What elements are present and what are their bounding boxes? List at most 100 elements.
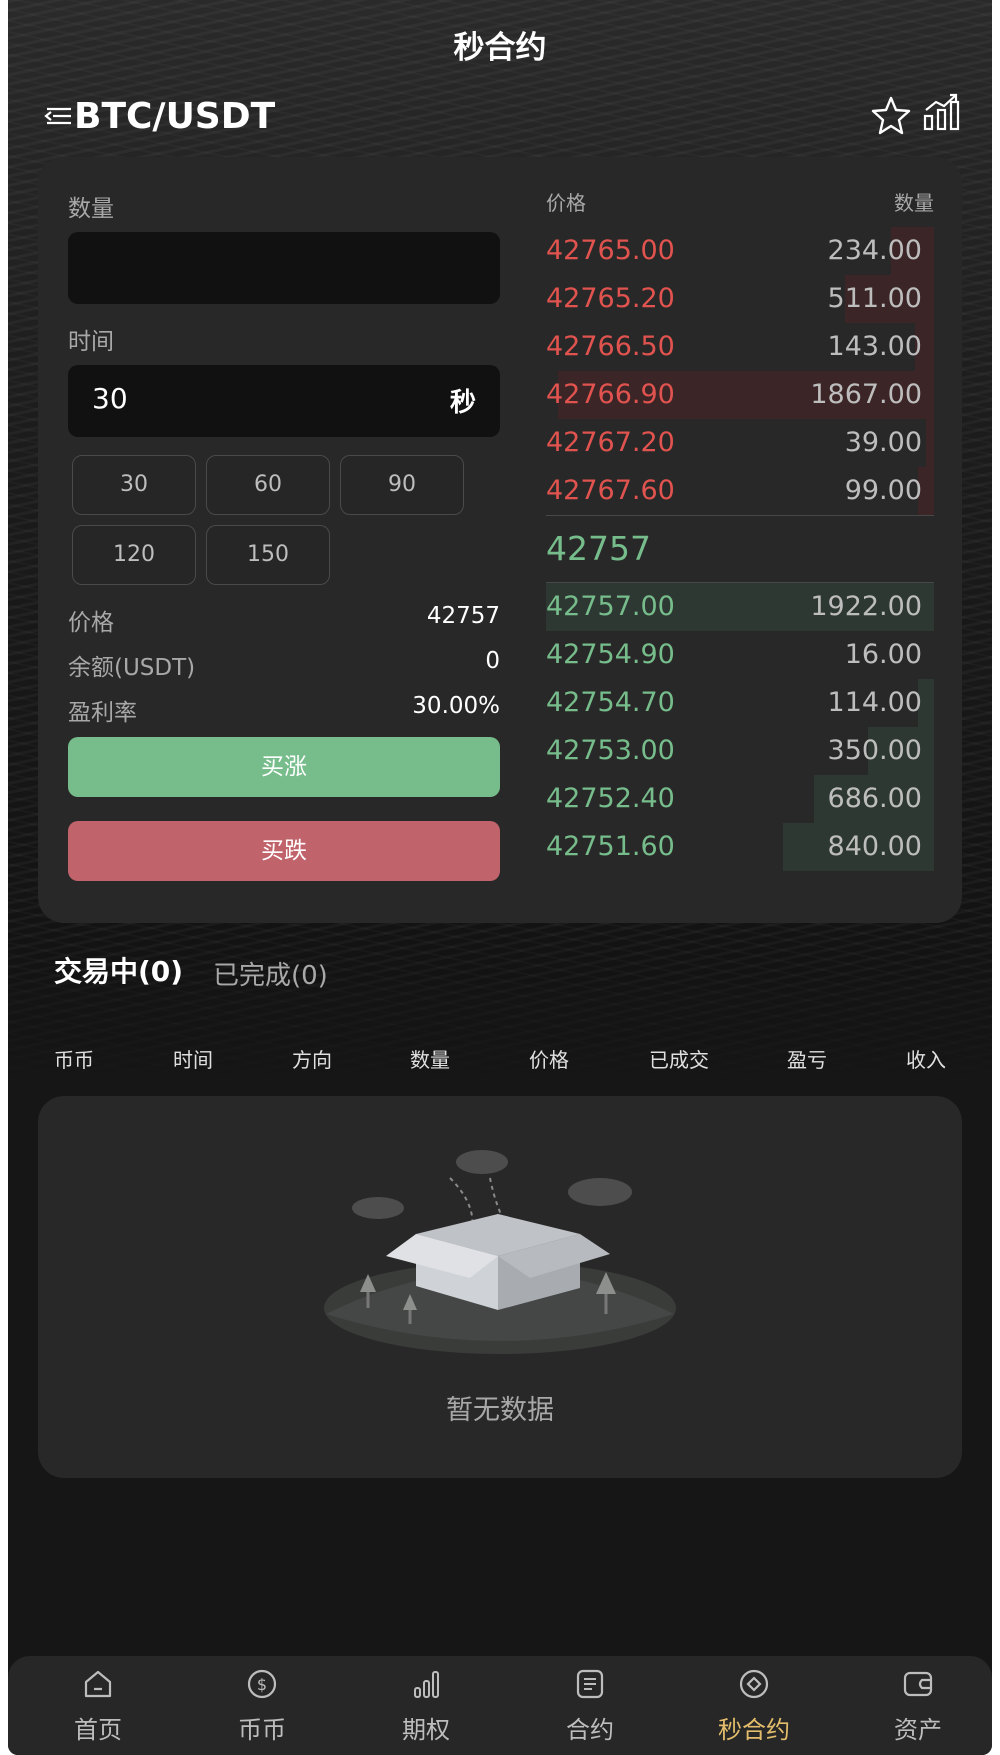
bid-price: 42754.90 bbox=[546, 639, 675, 670]
buy-down-button[interactable]: 买跌 bbox=[68, 821, 500, 881]
bottom-nav: 首页 $ 币币 期权 合约 秒合约 资产 bbox=[8, 1656, 992, 1755]
quantity-input[interactable] bbox=[68, 232, 500, 304]
pair-header: BTC/USDT bbox=[8, 92, 992, 142]
price-label: 价格 bbox=[68, 610, 114, 636]
time-value: 30 bbox=[92, 382, 128, 415]
buy-up-button[interactable]: 买涨 bbox=[68, 737, 500, 797]
ask-depth-bar bbox=[926, 419, 934, 467]
nav-home-label: 首页 bbox=[74, 1716, 122, 1744]
ask-row[interactable]: 42765.00 234.00 bbox=[546, 227, 934, 275]
col-time: 时间 bbox=[173, 1048, 213, 1072]
bid-quantity: 114.00 bbox=[827, 687, 922, 718]
ask-price: 42767.20 bbox=[546, 427, 675, 458]
bid-quantity: 686.00 bbox=[827, 783, 922, 814]
bid-price: 42753.00 bbox=[546, 735, 675, 766]
bid-row[interactable]: 42751.60 840.00 bbox=[546, 823, 934, 871]
pair-name[interactable]: BTC/USDT bbox=[74, 92, 275, 142]
ask-row[interactable]: 42767.60 99.00 bbox=[546, 467, 934, 515]
back-menu-icon[interactable] bbox=[41, 100, 73, 132]
nav-second-contract[interactable]: 秒合约 bbox=[694, 1656, 814, 1755]
profit-rate-label: 盈利率 bbox=[68, 700, 137, 726]
app-screen: 秒合约 BTC/USDT 数量 时间 30 秒 30 60 90 120 150… bbox=[8, 0, 992, 1755]
chart-icon[interactable] bbox=[922, 92, 962, 132]
last-price: 42757 bbox=[546, 529, 651, 568]
preset-120-button[interactable]: 120 bbox=[72, 525, 196, 585]
preset-150-button[interactable]: 150 bbox=[206, 525, 330, 585]
order-column-headers: 币币 时间 方向 数量 价格 已成交 盈亏 收入 bbox=[8, 1044, 992, 1072]
col-price: 价格 bbox=[529, 1048, 569, 1072]
bid-row[interactable]: 42754.70 114.00 bbox=[546, 679, 934, 727]
ask-quantity: 99.00 bbox=[844, 475, 922, 506]
ask-price: 42766.90 bbox=[546, 379, 675, 410]
bid-row[interactable]: 42753.00 350.00 bbox=[546, 727, 934, 775]
nav-second-contract-label: 秒合约 bbox=[718, 1716, 790, 1744]
bid-price: 42757.00 bbox=[546, 591, 675, 622]
bid-price: 42754.70 bbox=[546, 687, 675, 718]
ask-quantity: 143.00 bbox=[827, 331, 922, 362]
nav-futures[interactable]: 合约 bbox=[530, 1656, 650, 1755]
bid-price: 42751.60 bbox=[546, 831, 675, 862]
nav-spot-label: 币币 bbox=[238, 1716, 286, 1744]
ask-divider bbox=[546, 515, 934, 516]
star-icon[interactable] bbox=[870, 94, 912, 136]
order-book-header: 价格 数量 bbox=[546, 187, 934, 215]
diamond-icon bbox=[739, 1669, 769, 1699]
document-icon bbox=[576, 1669, 604, 1699]
profit-rate-row: 盈利率 30.00% bbox=[68, 693, 500, 727]
col-filled: 已成交 bbox=[649, 1048, 709, 1072]
nav-home[interactable]: 首页 bbox=[38, 1656, 158, 1755]
balance-value: 0 bbox=[485, 648, 500, 674]
order-tabs: 交易中(0) 已完成(0) bbox=[8, 950, 992, 1000]
tab-trading[interactable]: 交易中(0) bbox=[54, 950, 183, 990]
price-value: 42757 bbox=[426, 603, 500, 629]
bid-row[interactable]: 42754.90 16.00 bbox=[546, 631, 934, 679]
bid-quantity: 16.00 bbox=[844, 639, 922, 670]
nav-spot[interactable]: $ 币币 bbox=[202, 1656, 322, 1755]
ask-quantity: 1867.00 bbox=[810, 379, 922, 410]
col-quantity: 数量 bbox=[410, 1048, 450, 1072]
balance-label: 余额(USDT) bbox=[68, 655, 196, 681]
bid-quantity: 350.00 bbox=[827, 735, 922, 766]
ask-row[interactable]: 42766.50 143.00 bbox=[546, 323, 934, 371]
profit-rate-value: 30.00% bbox=[412, 693, 500, 719]
col-pnl: 盈亏 bbox=[787, 1048, 827, 1072]
col-direction: 方向 bbox=[292, 1048, 332, 1072]
nav-assets-label: 资产 bbox=[894, 1716, 942, 1744]
price-row: 价格 42757 bbox=[68, 603, 500, 637]
ask-row[interactable]: 42766.90 1867.00 bbox=[546, 371, 934, 419]
empty-text: 暂无数据 bbox=[446, 1395, 554, 1426]
col-coin: 币币 bbox=[54, 1048, 94, 1072]
bid-row[interactable]: 42757.00 1922.00 bbox=[546, 583, 934, 631]
balance-row: 余额(USDT) 0 bbox=[68, 648, 500, 682]
coin-icon: $ bbox=[247, 1669, 277, 1699]
time-input[interactable]: 30 秒 bbox=[68, 365, 500, 437]
nav-assets[interactable]: 资产 bbox=[858, 1656, 978, 1755]
ask-row[interactable]: 42765.20 511.00 bbox=[546, 275, 934, 323]
bid-price: 42752.40 bbox=[546, 783, 675, 814]
ask-price: 42766.50 bbox=[546, 331, 675, 362]
tab-completed[interactable]: 已完成(0) bbox=[213, 955, 328, 992]
empty-orders-card: 暂无数据 bbox=[38, 1096, 962, 1478]
preset-60-button[interactable]: 60 bbox=[206, 455, 330, 515]
ask-quantity: 511.00 bbox=[827, 283, 922, 314]
ask-price: 42767.60 bbox=[546, 475, 675, 506]
nav-options[interactable]: 期权 bbox=[366, 1656, 486, 1755]
svg-text:$: $ bbox=[257, 1675, 267, 1694]
bid-row[interactable]: 42752.40 686.00 bbox=[546, 775, 934, 823]
empty-box-illustration bbox=[324, 1150, 676, 1354]
book-price-header: 价格 bbox=[546, 191, 586, 215]
book-qty-header: 数量 bbox=[894, 191, 934, 215]
wallet-icon bbox=[903, 1671, 933, 1697]
bid-quantity: 840.00 bbox=[827, 831, 922, 862]
nav-futures-label: 合约 bbox=[566, 1716, 614, 1744]
nav-options-label: 期权 bbox=[402, 1716, 450, 1744]
bar-chart-icon bbox=[414, 1671, 439, 1698]
preset-30-button[interactable]: 30 bbox=[72, 455, 196, 515]
preset-90-button[interactable]: 90 bbox=[340, 455, 464, 515]
ask-quantity: 39.00 bbox=[844, 427, 922, 458]
col-income: 收入 bbox=[906, 1048, 946, 1072]
trade-card: 数量 时间 30 秒 30 60 90 120 150 价格 42757 余额(… bbox=[38, 157, 962, 923]
bid-quantity: 1922.00 bbox=[810, 591, 922, 622]
ask-price: 42765.00 bbox=[546, 235, 675, 266]
ask-row[interactable]: 42767.20 39.00 bbox=[546, 419, 934, 467]
